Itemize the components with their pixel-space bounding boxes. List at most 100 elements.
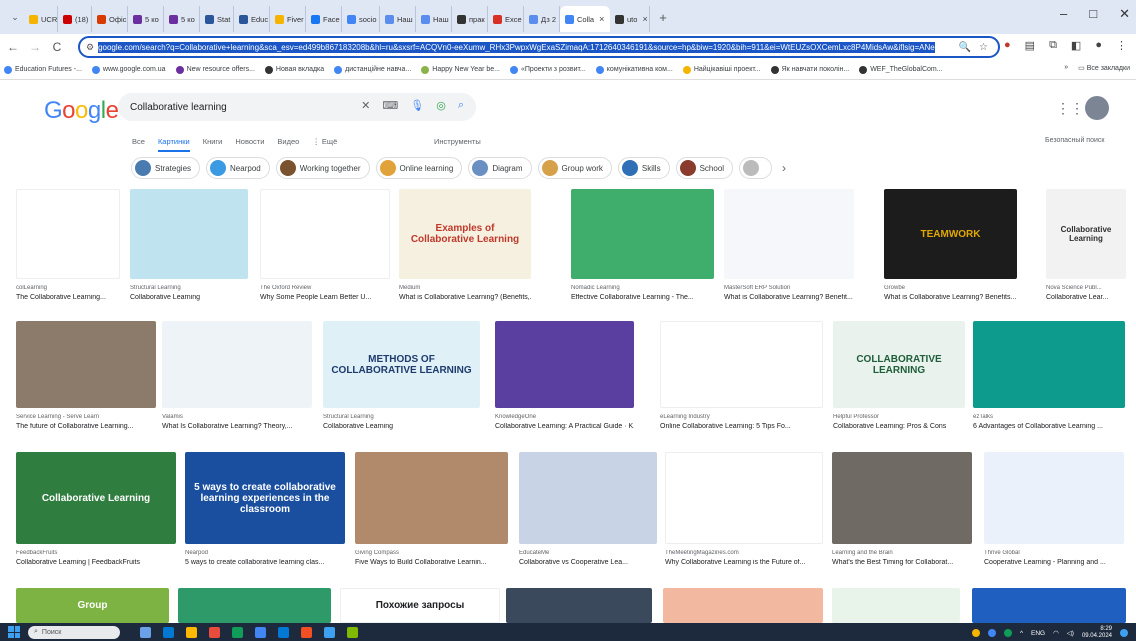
result-source[interactable]: colLearning	[16, 285, 120, 291]
browser-tab[interactable]: Наш×	[380, 6, 416, 32]
result-thumbnail[interactable]	[355, 452, 508, 544]
result-thumbnail[interactable]	[162, 321, 312, 408]
browser-tab[interactable]: Exce×	[488, 6, 524, 32]
new-tab-button[interactable]: +	[654, 10, 672, 25]
tab-0[interactable]: Все	[132, 137, 145, 152]
bookmark-item[interactable]: комунікативна ком...	[595, 65, 673, 74]
search-box[interactable]: Collaborative learning ✕ ⌨ 🎙 ◎ ⌕	[118, 93, 476, 121]
result-title[interactable]: Collaborative vs Cooperative Lea...	[519, 559, 657, 566]
search-icon[interactable]: ⌕	[458, 99, 464, 112]
result-thumbnail[interactable]	[724, 189, 854, 279]
browser-tab[interactable]: 5 ко×	[164, 6, 200, 32]
result-source[interactable]: EducateMe	[519, 550, 657, 556]
result-source[interactable]: Learning and the Brain	[832, 550, 972, 556]
notification-icon[interactable]	[1120, 629, 1128, 637]
result-source[interactable]: Structural Learning	[323, 414, 480, 420]
result-thumbnail[interactable]	[571, 189, 714, 279]
menu-icon[interactable]: ⋮	[1116, 39, 1127, 52]
tab-close-icon[interactable]: ×	[642, 14, 647, 24]
browser-tab[interactable]: uto ×	[610, 6, 650, 32]
mic-icon[interactable]: 🎙	[410, 99, 424, 112]
result-title[interactable]: Effective Collaborative Learning - The..…	[571, 294, 714, 301]
result-thumbnail[interactable]: TEAMWORK	[884, 189, 1017, 279]
taskbar-search[interactable]: ⌕ Поиск	[28, 625, 120, 639]
tools-button[interactable]: Инструменты	[434, 137, 481, 146]
taskbar-app-icon[interactable]	[232, 626, 243, 638]
result-thumbnail[interactable]	[660, 321, 823, 408]
profile-icon[interactable]: ●	[1095, 39, 1102, 52]
forward-icon[interactable]: →	[26, 40, 44, 54]
result-title[interactable]: Five Ways to Build Collaborative Learnin…	[355, 559, 508, 566]
result-thumbnail[interactable]	[665, 452, 823, 544]
browser-tab[interactable]: Educ×	[234, 6, 270, 32]
result-title[interactable]: Collaborative Learning	[323, 423, 480, 430]
browser-tab[interactable]: Офіс×	[92, 6, 128, 32]
result-title[interactable]: 6 Advantages of Collaborative Learning .…	[973, 423, 1125, 430]
close-window-icon[interactable]: ✕	[1119, 6, 1130, 22]
result-title[interactable]: Collaborative Learning: A Practical Guid…	[495, 423, 634, 430]
result-source[interactable]: Medium	[399, 285, 531, 291]
clear-icon[interactable]: ✕	[361, 99, 370, 112]
bookmark-item[interactable]: Як навчати поколін...	[770, 65, 849, 74]
camera-icon[interactable]: ◎	[436, 99, 446, 112]
result-thumbnail[interactable]	[16, 189, 120, 279]
taskbar-app-icon[interactable]	[278, 626, 289, 638]
result-title[interactable]: Why Collaborative Learning is the Future…	[665, 559, 823, 566]
result-source[interactable]: Valamis	[162, 414, 312, 420]
result-title[interactable]: Collaborative Learning | FeedbackFruits	[16, 559, 176, 566]
keyboard-icon[interactable]: ⌨	[382, 99, 398, 112]
bookmark-item[interactable]: WEF_TheGlobalCom...	[859, 65, 943, 74]
browser-tab[interactable]: (18)×	[58, 6, 92, 32]
chevron-up-icon[interactable]: ^	[1020, 630, 1023, 637]
browser-tab[interactable]: Fiver×	[270, 6, 306, 32]
result-thumbnail[interactable]	[260, 189, 390, 279]
bookmark-item[interactable]: New resource offers...	[175, 65, 255, 74]
tab-3[interactable]: Новости	[235, 137, 264, 152]
tray-app-icon[interactable]	[987, 629, 996, 637]
result-thumbnail[interactable]	[984, 452, 1124, 544]
browser-tab[interactable]: Дз 2×	[524, 6, 560, 32]
browser-tab[interactable]: Наш×	[416, 6, 452, 32]
result-thumbnail[interactable]: Похожие запросы	[340, 588, 500, 623]
address-bar[interactable]: ⚙ google.com/search?q=Collaborative+lear…	[78, 36, 1000, 58]
result-source[interactable]: Giving Compass	[355, 550, 508, 556]
result-source[interactable]: MasterSoft ERP Solution	[724, 285, 854, 291]
result-source[interactable]: eLearning Industry	[660, 414, 823, 420]
result-title[interactable]: Collaborative Lear...	[1046, 294, 1126, 301]
result-source[interactable]: Growbe	[884, 285, 1017, 291]
taskbar-app-icon[interactable]	[255, 626, 266, 638]
bookmark-item[interactable]: «Проекти з розвит...	[510, 65, 586, 74]
more-bookmarks-icon[interactable]: »	[1064, 64, 1068, 72]
filter-chip[interactable]: School	[675, 157, 734, 179]
volume-icon[interactable]: ◁)	[1067, 629, 1074, 637]
browser-tab[interactable]: Colla ×	[560, 6, 610, 32]
result-source[interactable]: Service Learning - Serve Learn	[16, 414, 156, 420]
result-thumbnail[interactable]	[663, 588, 823, 623]
tray-app-icon[interactable]	[971, 629, 980, 637]
site-info-icon[interactable]: ⚙	[86, 42, 94, 53]
bookmark-item[interactable]: www.google.com.ua	[91, 65, 166, 74]
result-title[interactable]: What's the Best Timing for Collaborat...	[832, 559, 972, 566]
bookmark-item[interactable]: Найцікавіші проект...	[682, 65, 761, 74]
taskbar-app-icon[interactable]	[301, 626, 312, 638]
tab-1[interactable]: Картинки	[157, 137, 190, 152]
extension-icon[interactable]: ●	[1004, 39, 1011, 52]
bookmark-item[interactable]: Education Futures -...	[4, 65, 82, 74]
result-thumbnail[interactable]	[178, 588, 331, 623]
browser-tab[interactable]: UCR×	[24, 6, 58, 32]
reading-list-icon[interactable]: ▤	[1025, 39, 1035, 52]
result-source[interactable]: ezTalks	[973, 414, 1125, 420]
result-title[interactable]: Cooperative Learning - Planning and ...	[984, 559, 1124, 566]
bookmark-item[interactable]: дистанційне навча...	[334, 65, 411, 74]
browser-tab[interactable]: Stat×	[200, 6, 234, 32]
all-bookmarks[interactable]: ▭ Все закладки	[1078, 64, 1130, 72]
result-source[interactable]: Nomadic Learning	[571, 285, 714, 291]
result-thumbnail[interactable]: Collaborative Learning	[1046, 189, 1126, 279]
result-thumbnail[interactable]	[130, 189, 248, 279]
result-thumbnail[interactable]	[832, 588, 960, 623]
result-title[interactable]: Collaborative Learning	[130, 294, 248, 301]
search-query[interactable]: Collaborative learning	[130, 102, 227, 113]
minimize-icon[interactable]: –	[1060, 6, 1067, 22]
filter-chip[interactable]: Skills	[617, 157, 670, 179]
result-thumbnail[interactable]	[506, 588, 652, 623]
